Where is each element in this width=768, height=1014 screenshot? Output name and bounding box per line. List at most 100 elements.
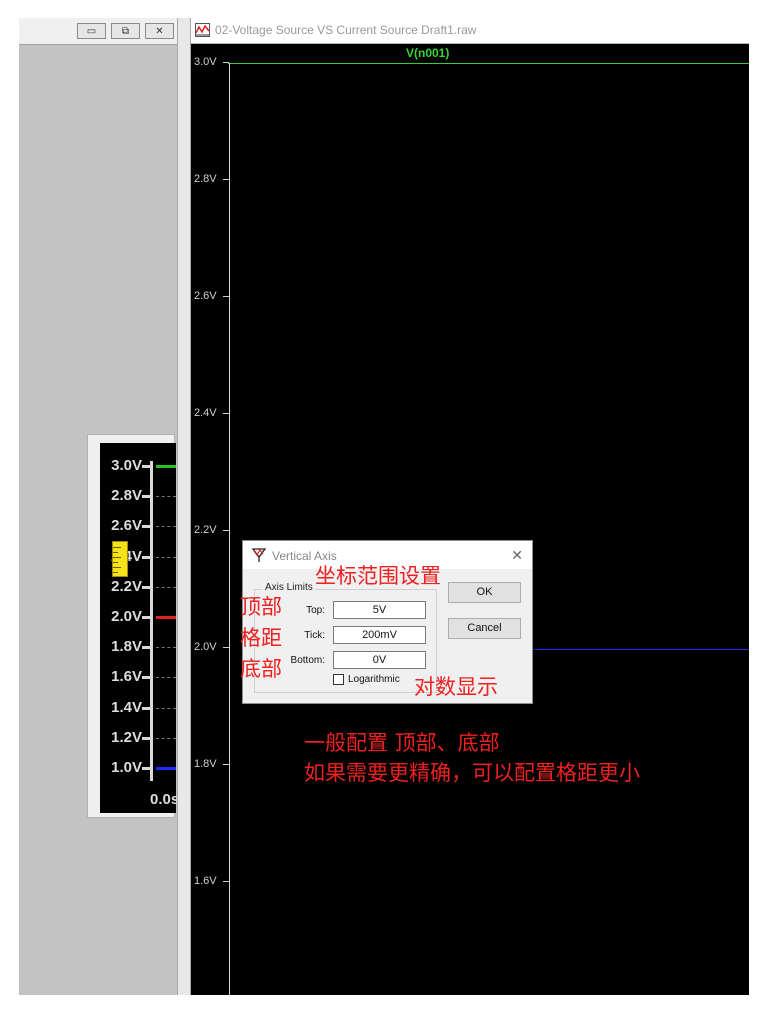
ruler-cursor-icon <box>112 541 128 577</box>
inset-y-tick-mark <box>142 495 152 499</box>
close-button[interactable]: ✕ <box>145 23 174 39</box>
y-tick-label: 1.8V <box>194 758 217 770</box>
restore-button[interactable]: ⧉ <box>111 23 140 39</box>
logarithmic-label[interactable]: Logarithmic <box>348 674 400 685</box>
y-tick-label: 2.2V <box>194 524 217 536</box>
inset-grid-dash <box>156 556 176 558</box>
inset-y-tick-mark <box>142 676 152 680</box>
inset-y-tick: 2.8V <box>100 487 176 505</box>
inset-y-tick: 2.4V <box>100 548 176 566</box>
cancel-button[interactable]: Cancel <box>448 618 521 639</box>
inset-y-tick-mark <box>142 736 152 740</box>
y-tick-label: 2.4V <box>194 407 217 419</box>
y-tick: 2.8V <box>191 173 231 187</box>
top-input[interactable] <box>333 601 426 619</box>
inset-y-tick: 2.2V <box>100 577 176 596</box>
inset-y-tick: 2.6V <box>100 517 176 535</box>
y-tick-label: 1.6V <box>194 875 217 887</box>
inset-y-tick: 1.4V <box>100 698 176 717</box>
inset-grid-dash <box>156 496 176 498</box>
tick-input[interactable] <box>333 626 426 644</box>
mdi-left-pane: ▭ ⧉ ✕ 3.0V 2.8V 2.6V 2.4V 2.2V 2.0V 1.8V 1.6V 1.… <box>19 18 180 995</box>
logarithmic-checkbox[interactable] <box>333 674 344 685</box>
inset-y-tick: 3.0V <box>100 457 176 475</box>
waveform-title: 02-Voltage Source VS Current Source Draf… <box>215 23 477 37</box>
inset-y-tick-mark <box>142 767 152 770</box>
y-tick-mark <box>223 530 229 531</box>
inset-y-tick-label: 2.2V <box>111 577 142 595</box>
bottom-input[interactable] <box>333 651 426 669</box>
y-tick-label: 2.0V <box>194 641 217 653</box>
y-tick-mark <box>223 179 229 180</box>
inset-y-tick-label: 2.8V <box>111 487 142 505</box>
annotation-log-display: 对数显示 <box>414 675 498 699</box>
screenshot-frame: ▭ ⧉ ✕ 3.0V 2.8V 2.6V 2.4V 2.2V 2.0V 1.8V 1.6V 1.… <box>19 18 749 995</box>
inset-y-tick-mark <box>142 585 152 589</box>
waveform-icon <box>195 23 210 37</box>
inset-y-tick-mark <box>142 555 152 559</box>
annotation-note-line1: 一般配置 顶部、底部 <box>304 731 500 755</box>
inset-y-tick-mark <box>142 465 152 468</box>
annotation-range-setting: 坐标范围设置 <box>315 564 441 588</box>
inset-y-tick-label: 1.4V <box>111 698 142 716</box>
inset-y-tick-label: 2.0V <box>111 608 142 625</box>
inset-trace-marker <box>156 616 176 619</box>
inset-y-tick-mark <box>142 646 152 650</box>
inset-plot-background: 3.0V 2.8V 2.6V 2.4V 2.2V 2.0V 1.8V 1.6V 1.4V 1.2V… <box>100 443 180 813</box>
inset-grid-dash <box>156 526 176 528</box>
tick-label: Tick: <box>304 630 325 641</box>
inset-trace-marker <box>156 767 176 770</box>
y-tick-label: 2.6V <box>194 290 217 302</box>
dialog-close-icon[interactable]: ✕ <box>511 547 523 564</box>
plot-area[interactable]: V(n001) 3.0V 2.8V 2.6V 2.4V 2.2V 2.0V 1.8V 1.6V <box>191 44 749 995</box>
y-tick-mark <box>223 296 229 297</box>
top-label: Top: <box>306 605 325 616</box>
inset-grid-dash <box>156 737 176 739</box>
y-tick: 3.0V <box>191 56 231 70</box>
minimize-button[interactable]: ▭ <box>77 23 106 39</box>
inset-grid-dash <box>156 586 176 588</box>
y-tick-mark <box>223 881 229 882</box>
annotation-tick: 格距 <box>240 626 282 650</box>
annotation-top: 顶部 <box>240 595 282 619</box>
inset-y-tick-mark <box>142 706 152 710</box>
mdi-window-controls: ▭ ⧉ ✕ <box>19 18 177 45</box>
y-tick: 1.8V <box>191 758 231 772</box>
inset-y-tick: 2.0V <box>100 608 176 626</box>
y-tick-mark <box>223 62 229 63</box>
inset-y-tick-label: 2.6V <box>111 517 142 535</box>
ok-button[interactable]: OK <box>448 582 521 603</box>
waveform-title-bar[interactable]: 02-Voltage Source VS Current Source Draf… <box>191 18 749 44</box>
zoomed-axis-inset: 3.0V 2.8V 2.6V 2.4V 2.2V 2.0V 1.8V 1.6V 1.4V 1.2V… <box>87 434 180 818</box>
y-tick-label: 2.8V <box>194 173 217 185</box>
trace-label[interactable]: V(n001) <box>406 46 449 60</box>
y-tick-mark <box>223 764 229 765</box>
inset-trace-marker <box>156 465 176 468</box>
inset-y-tick-mark <box>142 616 152 619</box>
y-tick: 2.2V <box>191 524 231 538</box>
inset-y-tick-mark <box>142 525 152 529</box>
inset-time-label: 0.0s <box>150 791 180 808</box>
annotation-bottom: 底部 <box>240 657 282 681</box>
y-tick: 2.4V <box>191 407 231 421</box>
annotation-note-line2: 如果需要更精确，可以配置格距更小 <box>304 761 640 785</box>
inset-y-tick-label: 3.0V <box>111 457 142 474</box>
inset-grid-dash <box>156 677 176 679</box>
inset-y-tick: 1.2V <box>100 728 176 747</box>
y-tick: 2.6V <box>191 290 231 304</box>
inset-y-tick-label: 1.8V <box>111 638 142 656</box>
pane-splitter[interactable] <box>177 18 191 995</box>
waveform-window: 02-Voltage Source VS Current Source Draf… <box>191 18 749 995</box>
inset-grid-dash <box>156 647 176 649</box>
ltspice-icon <box>251 548 267 562</box>
blue-trace <box>530 649 749 650</box>
inset-y-tick-label: 1.0V <box>111 759 142 776</box>
bottom-label: Bottom: <box>290 655 325 666</box>
inset-y-tick: 1.6V <box>100 668 176 686</box>
inset-y-tick-label: 1.6V <box>111 668 142 686</box>
inset-y-tick-label: 1.2V <box>111 728 142 746</box>
inset-y-tick: 1.8V <box>100 638 176 656</box>
y-tick-mark <box>223 413 229 414</box>
y-tick-label: 3.0V <box>194 56 217 68</box>
y-tick-mark <box>223 647 229 648</box>
